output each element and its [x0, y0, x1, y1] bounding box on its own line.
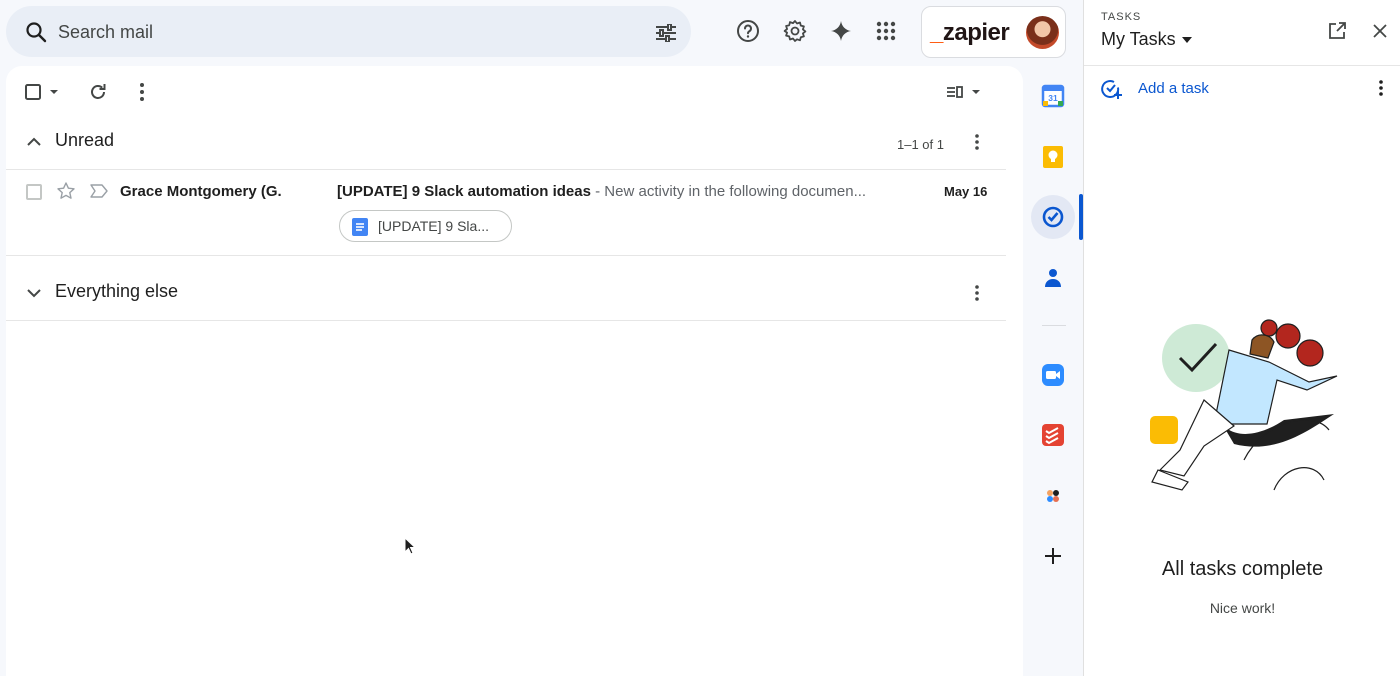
mouse-pointer-icon — [404, 537, 416, 555]
open-in-new-window-icon[interactable] — [1327, 21, 1347, 41]
email-subject-line: [UPDATE] 9 Slack automation ideas - New … — [337, 183, 897, 200]
rail-divider — [1042, 325, 1066, 326]
email-separator: - — [590, 183, 605, 200]
apps-grid-icon[interactable] — [874, 19, 898, 43]
tasks-divider — [1084, 65, 1400, 66]
app-dots-icon[interactable] — [1041, 484, 1065, 508]
section-label: Everything else — [55, 281, 179, 301]
section-everything-else: Everything else — [6, 275, 1006, 315]
split-pane-toggle-icon[interactable] — [944, 80, 984, 104]
search-input[interactable] — [58, 19, 618, 45]
help-icon[interactable] — [736, 19, 760, 43]
refresh-icon[interactable] — [86, 80, 110, 104]
divider — [6, 320, 1006, 321]
calendar-day: 31 — [1048, 93, 1058, 103]
tasks-empty-title: All tasks complete — [1161, 558, 1324, 580]
google-docs-icon — [352, 218, 368, 236]
email-subject: [UPDATE] 9 Slack automation ideas — [337, 183, 591, 200]
tasks-complete-illustration-icon — [1150, 319, 1338, 491]
tasks-panel: TASKS My Tasks Add a task All tasks comp… — [1083, 0, 1400, 676]
calendar-icon[interactable]: 31 — [1041, 84, 1065, 108]
more-options-icon[interactable] — [130, 80, 154, 104]
email-row[interactable]: Grace Montgomery (G. [UPDATE] 9 Slack au… — [6, 170, 1006, 256]
tasks-eyebrow: TASKS — [1101, 11, 1142, 23]
task-list-selector[interactable]: My Tasks — [1101, 29, 1176, 50]
email-sender: Grace Montgomery (G. — [120, 183, 282, 200]
mail-list-panel: Unread 1–1 of 1 Grace Montgomery (G. [UP… — [6, 66, 1023, 676]
importance-marker-icon[interactable] — [89, 183, 109, 199]
section-more-icon[interactable] — [967, 283, 987, 303]
attachment-chip[interactable]: [UPDATE] 9 Sla... — [339, 210, 512, 242]
star-icon[interactable] — [56, 181, 76, 201]
divider — [6, 255, 1006, 256]
attachment-name: [UPDATE] 9 Sla... — [378, 218, 489, 234]
zapier-logo: _zapier — [930, 19, 1010, 46]
row-checkbox[interactable] — [26, 184, 42, 200]
caret-down-icon[interactable] — [1181, 36, 1193, 44]
add-task-icon[interactable] — [1100, 78, 1122, 100]
avatar[interactable] — [1026, 16, 1059, 49]
todoist-icon[interactable] — [1041, 423, 1065, 447]
add-task-button[interactable]: Add a task — [1138, 80, 1209, 97]
add-addon-icon[interactable] — [1041, 544, 1065, 568]
section-unread: Unread — [6, 124, 1006, 164]
account-switcher[interactable]: _zapier — [921, 6, 1066, 58]
search-options-icon[interactable] — [654, 24, 678, 42]
section-more-icon[interactable] — [967, 132, 987, 152]
select-all-checkbox[interactable] — [22, 80, 62, 104]
zoom-icon[interactable] — [1041, 363, 1065, 387]
email-snippet: New activity in the following documen... — [604, 183, 867, 200]
tasks-icon[interactable] — [1041, 205, 1065, 229]
gemini-sparkle-icon[interactable] — [829, 19, 853, 43]
search-bar[interactable] — [6, 6, 691, 57]
settings-gear-icon[interactable] — [783, 19, 807, 43]
search-icon[interactable] — [24, 20, 48, 44]
tasks-empty-subtitle: Nice work! — [1209, 600, 1276, 616]
email-date: May 16 — [944, 184, 988, 199]
contacts-icon[interactable] — [1041, 266, 1065, 290]
close-icon[interactable] — [1370, 21, 1390, 41]
chevron-down-icon[interactable] — [24, 283, 44, 303]
chevron-up-icon[interactable] — [24, 132, 44, 152]
section-label: Unread — [55, 130, 115, 150]
pagination-counter: 1–1 of 1 — [897, 137, 944, 152]
side-app-rail: 31 — [1023, 66, 1083, 676]
keep-icon[interactable] — [1041, 145, 1065, 169]
tasks-more-icon[interactable] — [1371, 78, 1391, 98]
